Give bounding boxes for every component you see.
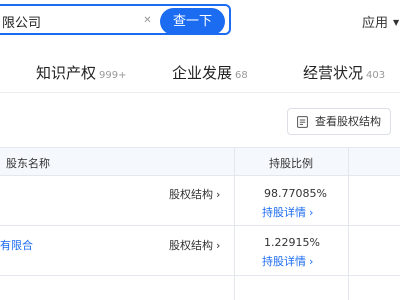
tab-label: 经营状况 (303, 64, 364, 82)
app-menu-dropdown[interactable]: 应用 ▼ (362, 12, 399, 31)
tab-count: 403 (366, 70, 386, 81)
tab-count: 999+ (99, 70, 127, 81)
app-menu-label: 应用 (362, 16, 389, 31)
equity-structure-label: 股权结构 (169, 188, 213, 201)
tab-count: 68 (235, 70, 248, 81)
holding-details-label: 持股详情 (262, 206, 306, 219)
chevron-right-icon: › (216, 239, 221, 252)
tab-enterprise-development[interactable]: 企业发展 68 (172, 62, 248, 83)
category-tabs: 知识产权 999+ 企业发展 68 经营状况 403 (0, 53, 400, 93)
shareholding-ratio-value: 98.77085% (264, 187, 327, 200)
shareholder-table: 股东名称 持股比例 股权结构 › 98.77085% 持股详情 › 有限合 股权结构… (0, 147, 400, 300)
chevron-right-icon: › (216, 188, 221, 201)
chevron-right-icon: › (309, 206, 314, 219)
top-header: 限公司 ✕ 查一下 应用 ▼ (0, 0, 400, 44)
equity-structure-link[interactable]: 股权结构 › (169, 186, 220, 202)
tab-intellectual-property[interactable]: 知识产权 999+ (36, 62, 126, 83)
search-box[interactable]: 限公司 ✕ 查一下 (0, 4, 231, 35)
search-input[interactable]: 限公司 (2, 12, 41, 31)
caret-down-icon: ▼ (393, 18, 400, 27)
holding-details-link[interactable]: 持股详情 › (262, 204, 313, 220)
column-header-shareholding-ratio: 持股比例 (269, 157, 313, 170)
tab-label: 企业发展 (172, 64, 233, 82)
table-row: 有限合 股权结构 › 1.22915% 持股详情 › (0, 226, 400, 276)
table-row: 股权结构 › 98.77085% 持股详情 › (0, 176, 400, 226)
table-header: 股东名称 持股比例 (0, 147, 400, 176)
view-equity-structure-label: 查看股权结构 (315, 115, 381, 128)
tab-business-status[interactable]: 经营状况 403 (303, 62, 385, 83)
equity-structure-link[interactable]: 股权结构 › (169, 237, 220, 253)
tab-label: 知识产权 (36, 64, 97, 82)
column-divider (348, 147, 349, 300)
column-header-shareholder-name: 股东名称 (6, 157, 50, 170)
search-button[interactable]: 查一下 (160, 8, 225, 35)
document-icon (297, 116, 308, 128)
equity-structure-label: 股权结构 (169, 239, 213, 252)
view-equity-structure-button[interactable]: 查看股权结构 (287, 108, 391, 135)
clear-search-icon[interactable]: ✕ (142, 15, 153, 26)
shareholder-name-link[interactable]: 有限合 (0, 237, 33, 253)
shareholding-ratio-value: 1.22915% (264, 236, 320, 249)
column-divider (234, 147, 235, 300)
chevron-right-icon: › (309, 255, 314, 268)
holding-details-label: 持股详情 (262, 255, 306, 268)
holding-details-link[interactable]: 持股详情 › (262, 253, 313, 269)
